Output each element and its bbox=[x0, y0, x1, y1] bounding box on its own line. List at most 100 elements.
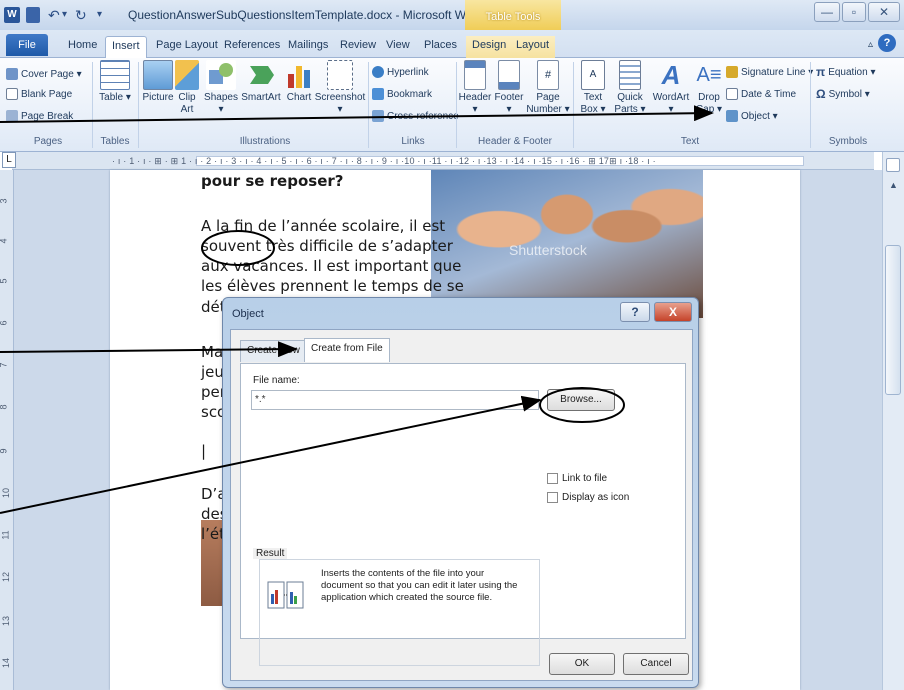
group-label-text: Text bbox=[680, 136, 700, 147]
quick-parts-icon bbox=[619, 60, 641, 90]
file-name-input[interactable]: *.* bbox=[251, 390, 539, 410]
dialog-title: Object bbox=[232, 308, 264, 320]
customize-qat-icon[interactable]: ▾ bbox=[97, 7, 102, 23]
cover-page-icon bbox=[6, 68, 18, 80]
close-button[interactable]: ✕ bbox=[868, 2, 900, 22]
title-bar: W ↶ ▾ ↻ ▾ QuestionAnswerSubQuestionsItem… bbox=[0, 0, 904, 30]
page-break-icon bbox=[6, 110, 18, 122]
calendar-icon bbox=[726, 88, 738, 100]
page-number-icon: # bbox=[537, 60, 559, 90]
omega-icon: Ω bbox=[816, 87, 826, 101]
tab-mailings[interactable]: Mailings bbox=[282, 36, 334, 58]
tab-places[interactable]: Places bbox=[418, 36, 463, 58]
table-tools-context-label: Table Tools bbox=[465, 0, 561, 30]
dialog-help-button[interactable]: ? bbox=[620, 302, 650, 322]
tab-file[interactable]: File bbox=[6, 34, 48, 56]
table-button[interactable]: Table ▾ bbox=[96, 60, 134, 104]
maximize-button[interactable]: ▫ bbox=[842, 2, 866, 22]
blank-page-button[interactable]: Blank Page bbox=[6, 86, 72, 102]
clip-art-button[interactable]: Clip Art bbox=[172, 60, 202, 116]
scrollbar-thumb[interactable] bbox=[885, 245, 901, 395]
chart-button[interactable]: Chart bbox=[282, 60, 316, 104]
equation-button[interactable]: π Equation ▾ bbox=[816, 64, 875, 80]
result-description: Inserts the contents of the file into yo… bbox=[321, 568, 518, 603]
dialog-close-button[interactable]: X bbox=[654, 302, 692, 322]
tab-review[interactable]: Review bbox=[334, 36, 382, 58]
signature-line-icon bbox=[726, 66, 738, 78]
undo-dropdown-icon[interactable]: ▾ bbox=[62, 7, 67, 23]
bookmark-icon bbox=[372, 88, 384, 100]
bookmark-button[interactable]: Bookmark bbox=[372, 86, 432, 102]
smartart-button[interactable]: SmartArt bbox=[238, 60, 284, 104]
ok-button[interactable]: OK bbox=[549, 653, 615, 675]
symbol-button[interactable]: Ω Symbol ▾ bbox=[816, 86, 870, 102]
result-label: Result bbox=[253, 548, 288, 559]
group-label-header-footer: Header & Footer bbox=[478, 136, 552, 147]
picture-button[interactable]: Picture bbox=[140, 60, 176, 104]
drop-cap-button[interactable]: A≡ Drop Cap ▾ bbox=[690, 60, 728, 116]
tab-create-new[interactable]: Create New bbox=[240, 340, 307, 362]
chart-icon bbox=[284, 60, 314, 90]
tab-view[interactable]: View bbox=[380, 36, 416, 58]
page-number-button[interactable]: # Page Number ▾ bbox=[526, 60, 570, 116]
date-time-button[interactable]: Date & Time bbox=[726, 86, 796, 102]
shapes-button[interactable]: Shapes ▾ bbox=[202, 60, 240, 116]
signature-line-button[interactable]: Signature Line ▾ bbox=[726, 64, 813, 80]
students-photo[interactable]: Shutterstock bbox=[431, 170, 703, 318]
tab-home[interactable]: Home bbox=[62, 36, 103, 58]
smartart-icon bbox=[246, 60, 276, 90]
ribbon-insert: Cover Page ▾ Blank Page Page Break Pages… bbox=[0, 58, 904, 152]
scroll-up-icon[interactable]: ▲ bbox=[889, 180, 898, 190]
ruler-scale: · ı · 1 · ı · ⊞ · ⊞ 1 · ı · 2 · ı · 3 · … bbox=[112, 156, 656, 166]
view-ruler-icon[interactable] bbox=[886, 158, 900, 172]
vertical-ruler[interactable]: 3 4 5 6 7 8 9 10 11 12 13 14 bbox=[0, 170, 14, 690]
group-label-illustrations: Illustrations bbox=[239, 136, 291, 147]
footer-button[interactable]: Footer ▾ bbox=[492, 60, 526, 116]
group-label-pages: Pages bbox=[33, 136, 63, 147]
window-title: QuestionAnswerSubQuestionsItemTemplate.d… bbox=[128, 8, 484, 22]
undo-icon[interactable]: ↶ bbox=[48, 7, 60, 23]
cross-reference-button[interactable]: Cross-reference bbox=[372, 108, 459, 124]
vertical-scrollbar[interactable]: ▲ bbox=[882, 152, 904, 690]
help-icon[interactable]: ? bbox=[878, 34, 896, 52]
hyperlink-icon bbox=[372, 66, 384, 78]
minimize-button[interactable]: — bbox=[814, 2, 840, 22]
object-button[interactable]: Object ▾ bbox=[726, 108, 778, 124]
minimize-ribbon-icon[interactable]: ▵ bbox=[862, 36, 879, 58]
header-button[interactable]: Header ▾ bbox=[458, 60, 492, 116]
tab-selector[interactable]: L bbox=[2, 152, 16, 168]
ribbon-tabs: File Home Insert Page Layout References … bbox=[0, 30, 904, 59]
shapes-icon bbox=[206, 60, 236, 90]
cover-page-button[interactable]: Cover Page ▾ bbox=[6, 66, 82, 82]
doc-line: pour se reposer? bbox=[201, 172, 344, 190]
object-icon bbox=[726, 110, 738, 122]
browse-button[interactable]: Browse... bbox=[547, 389, 615, 411]
doc-line: jeu bbox=[201, 363, 224, 381]
doc-line: A la fin de l’année scolaire, il est bbox=[201, 217, 446, 235]
tab-layout[interactable]: Layout bbox=[510, 36, 556, 58]
display-as-icon-checkbox[interactable]: Display as icon bbox=[547, 492, 629, 503]
embedded-object-icon bbox=[267, 578, 307, 614]
screenshot-button[interactable]: Screenshot ▾ bbox=[314, 60, 366, 116]
blank-page-icon bbox=[6, 88, 18, 100]
hyperlink-button[interactable]: Hyperlink bbox=[372, 64, 429, 80]
tab-references[interactable]: References bbox=[218, 36, 286, 58]
text-box-button[interactable]: A Text Box ▾ bbox=[576, 60, 610, 116]
redo-icon[interactable]: ↻ bbox=[75, 7, 87, 23]
doc-line: aux vacances. Il est important que bbox=[201, 257, 462, 275]
page-break-button[interactable]: Page Break bbox=[6, 108, 73, 124]
tab-insert[interactable]: Insert bbox=[105, 36, 147, 59]
screenshot-icon bbox=[327, 60, 353, 90]
picture-icon bbox=[143, 60, 173, 90]
group-label-links: Links bbox=[401, 136, 425, 147]
word-app-icon[interactable]: W bbox=[4, 7, 20, 23]
wordart-button[interactable]: A WordArt ▾ bbox=[650, 60, 692, 116]
quick-parts-button[interactable]: Quick Parts ▾ bbox=[610, 60, 650, 116]
tab-page-layout[interactable]: Page Layout bbox=[150, 36, 224, 58]
cancel-button[interactable]: Cancel bbox=[623, 653, 689, 675]
tab-create-from-file[interactable]: Create from File bbox=[304, 338, 390, 362]
tab-design[interactable]: Design bbox=[466, 36, 513, 58]
save-icon[interactable] bbox=[26, 7, 40, 23]
footer-icon bbox=[498, 60, 520, 90]
link-to-file-checkbox[interactable]: Link to file bbox=[547, 473, 607, 484]
